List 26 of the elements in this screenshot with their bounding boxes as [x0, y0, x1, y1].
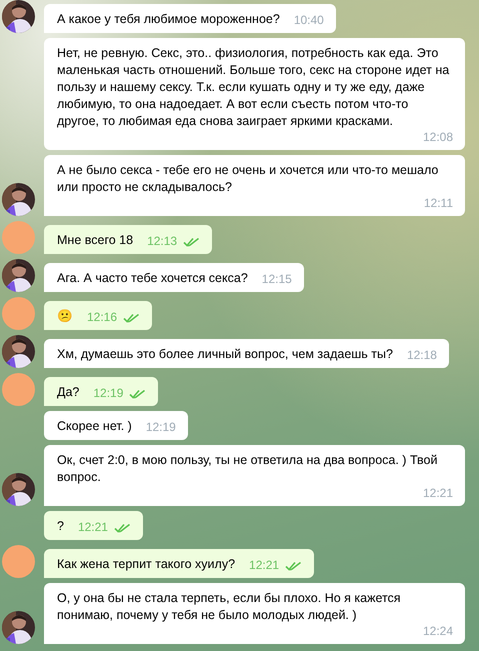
message-text: А не было секса - тебе его не очень и хочется или что-то мешало или просто не складывалось?: [57, 162, 440, 196]
message-text: Мне всего 18: [57, 232, 134, 249]
message-text: Да?: [57, 384, 80, 401]
message-time: 12:11: [424, 195, 453, 212]
message-text: Ок, счет 2:0, в мою пользу, ты не ответила на два вопроса. ) Твой вопрос.: [57, 452, 438, 486]
message-text: ?: [57, 518, 64, 535]
message-time: 12:21: [422, 485, 453, 502]
message-text: Ага. А часто тебе хочется секса?: [57, 270, 248, 287]
message-time: 12:18: [406, 347, 437, 364]
message-text: Как жена терпит такого хуилу?: [57, 556, 236, 573]
message-time: 12:15: [262, 271, 292, 288]
message-time: 12:24: [422, 623, 453, 640]
message-text: Хм, думаешь это более личный вопрос, чем задаешь ты?: [57, 346, 393, 363]
message-time: 12:21: [249, 557, 280, 574]
message-time: 10:40: [294, 12, 324, 29]
message-text: Нет, не ревную. Секс, это.. физиология, потребность как еда. Это маленькая часть отношений. Больше того, секс на стороне идет на пользу и нашему сексу. Т.к. если кушать одну и ту же еду, даже любимую, то она надоедает. А вот если съесть потом что-то другое, то любимая еда снова заиграет яркими красками.: [57, 45, 450, 130]
message-text: Скорее нет. ): [57, 418, 132, 435]
message-text: О, у она бы не стала терпеть, если бы плохо. Но я кажется понимаю, почему у тебя не было молодых людей. ): [57, 590, 402, 624]
message-time: 12:21: [78, 519, 108, 536]
message-text: А какое у тебя любимое мороженное?: [57, 11, 280, 28]
message-time: 12:16: [87, 309, 118, 326]
message-time: 12:13: [147, 233, 178, 250]
message-time: 12:08: [422, 129, 453, 146]
message-time: 12:19: [146, 419, 176, 436]
message-time: 12:19: [93, 385, 124, 402]
message-text: 😕: [57, 308, 73, 325]
